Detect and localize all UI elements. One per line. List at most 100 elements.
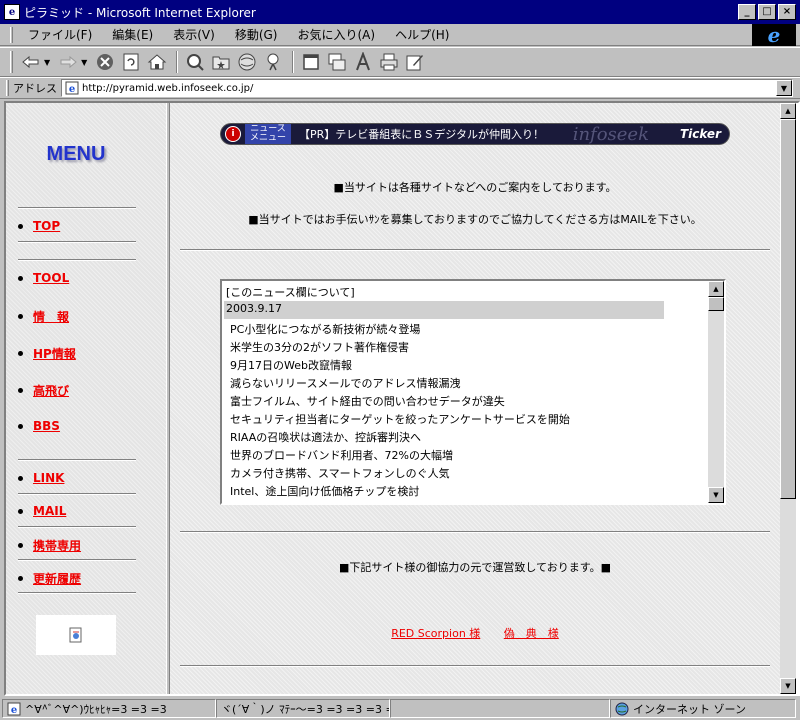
nav-item-history[interactable]: 更新履歴 [18,570,81,587]
refresh-button[interactable] [119,50,143,74]
news-item[interactable]: Intel、途上国向け低価格チップを検討 [224,483,708,501]
news-item[interactable]: 世界のブロードバンド利用者、72%の大幅増 [224,447,708,465]
nav-item-bbs[interactable]: BBS [18,419,60,433]
news-item[interactable]: 米学生の3分の2がソフト著作権侵害 [224,339,708,357]
nav-item-tool[interactable]: TOOL [18,271,69,285]
news-item[interactable]: 9月17日のWeb改竄情報 [224,357,708,375]
page-scrollbar[interactable]: ▲ ▼ [780,103,796,694]
back-button[interactable] [19,50,43,74]
toolbar-separator [292,51,295,73]
news-list-box[interactable]: [このニュース欄について] 2003.9.17 PC小型化につながる新技術が続々… [220,279,726,505]
addressbar-grip[interactable] [6,80,9,96]
menu-edit[interactable]: 編集(E) [105,26,160,43]
nav-link-takatobi[interactable]: 高飛び [33,382,69,399]
channels-button[interactable] [261,50,285,74]
ie-page-icon[interactable]: e [4,4,20,20]
bullet-icon [18,543,23,548]
forward-button[interactable] [56,50,80,74]
menu-title: MENU [46,143,106,165]
address-input[interactable] [82,82,762,94]
menubar-grip[interactable] [10,26,13,43]
home-icon [147,54,167,70]
news-item[interactable]: 減らないリリースメールでのアドレス情報漏洩 [224,375,708,393]
nav-item-link[interactable]: LINK [18,471,64,485]
left-menu-frame: MENU TOP TOOL 情 報 HP情報 高飛び BBS LINK MAIL… [6,103,166,694]
broken-image-icon [69,627,82,643]
nav-link-link[interactable]: LINK [33,471,64,485]
news-item[interactable]: カメラ付き携帯、スマートフォンしのぐ人気 [224,465,708,483]
ticker-label-line2: メニュー [249,133,286,143]
minimize-button[interactable]: _ [738,4,756,20]
credit-link-red-scorpion[interactable]: RED Scorpion 様 [391,627,480,640]
edit-button[interactable] [403,50,427,74]
news-item[interactable]: RIAAの召喚状は適法か、控訴審判決へ [224,429,708,447]
nav-link-bbs[interactable]: BBS [33,419,60,433]
stop-button[interactable] [93,50,117,74]
nav-item-mail[interactable]: MAIL [18,504,66,518]
stop-icon [97,54,114,70]
news-date: 2003.9.17 [224,301,664,319]
font-button[interactable] [351,50,375,74]
nav-item-info[interactable]: 情 報 [18,308,69,325]
home-button[interactable] [145,50,169,74]
scroll-thumb[interactable] [708,297,724,311]
address-dropdown-icon[interactable]: ▼ [776,80,792,96]
address-field[interactable]: e ▼ [61,79,793,97]
main-divider [180,531,770,533]
forward-dropdown-icon[interactable]: ▼ [81,58,87,67]
bullet-icon [18,314,23,319]
news-scrollbar[interactable]: ▲ ▼ [708,281,724,503]
nav-link-mobile[interactable]: 携帯専用 [33,537,81,554]
scroll-down-icon[interactable]: ▼ [780,678,796,694]
mail-button[interactable] [325,50,349,74]
news-item[interactable]: PC小型化につながる新技術が続々登場 [224,321,708,339]
counter-banner[interactable] [36,615,116,655]
news-item[interactable]: セキュリティ担当者にターゲットを絞ったアンケートサービスを開始 [224,411,708,429]
credit-link-giten[interactable]: 偽 典 様 [504,627,559,640]
news-about-link[interactable]: [このニュース欄について] [224,283,708,301]
nav-link-mail[interactable]: MAIL [33,504,66,518]
nav-link-hp-info[interactable]: HP情報 [33,345,76,362]
favorites-button[interactable] [209,50,233,74]
nav-item-takatobi[interactable]: 高飛び [18,382,69,399]
menu-view[interactable]: 表示(V) [166,26,222,43]
maximize-button[interactable]: □ [758,4,776,20]
nav-divider [18,493,136,495]
fullscreen-button[interactable] [299,50,323,74]
svg-text:e: e [11,705,17,716]
search-button[interactable] [183,50,207,74]
menu-go[interactable]: 移動(G) [228,26,285,43]
nav-item-mobile[interactable]: 携帯専用 [18,537,81,554]
scroll-thumb[interactable] [780,119,796,499]
favorites-folder-icon [212,56,230,70]
menu-help[interactable]: ヘルプ(H) [388,26,456,43]
nav-item-hp-info[interactable]: HP情報 [18,345,76,362]
scroll-down-icon[interactable]: ▼ [708,487,724,503]
menu-favorites[interactable]: お気に入り(A) [290,26,382,43]
history-button[interactable] [235,50,259,74]
ticker-label[interactable]: ニュース メニュー [245,124,291,144]
toolbar-separator [176,51,179,73]
bullet-icon [18,351,23,356]
nav-link-history[interactable]: 更新履歴 [33,570,81,587]
ticker-brand: infoseek [572,123,649,145]
toolbar-grip[interactable] [10,51,13,73]
print-button[interactable] [377,50,401,74]
back-dropdown-icon[interactable]: ▼ [44,58,50,67]
info-text-guide: ■当サイトは各種サイトなどへのご案内をしております。 [333,181,617,194]
scroll-up-icon[interactable]: ▲ [708,281,724,297]
nav-link-info[interactable]: 情 報 [33,308,69,325]
status-empty [390,699,610,718]
nav-link-top[interactable]: TOP [33,219,60,233]
ticker-headline[interactable]: 【PR】テレビ番組表にＢＳデジタルが仲間入り！ [299,126,544,142]
close-button[interactable]: × [778,4,796,20]
news-ticker[interactable]: i ニュース メニュー 【PR】テレビ番組表にＢＳデジタルが仲間入り！ info… [220,123,730,145]
scroll-up-icon[interactable]: ▲ [780,103,796,119]
nav-link-tool[interactable]: TOOL [33,271,69,285]
bullet-icon [18,475,23,481]
menu-file[interactable]: ファイル(F) [21,26,99,43]
news-item[interactable]: 富士フイルム、サイト経由での問い合わせデータが違失 [224,393,708,411]
credits-title: ■下記サイト様の御協力の元で運営致しております。■ [338,561,612,574]
address-label: アドレス [13,82,57,95]
nav-item-top[interactable]: TOP [18,219,60,233]
